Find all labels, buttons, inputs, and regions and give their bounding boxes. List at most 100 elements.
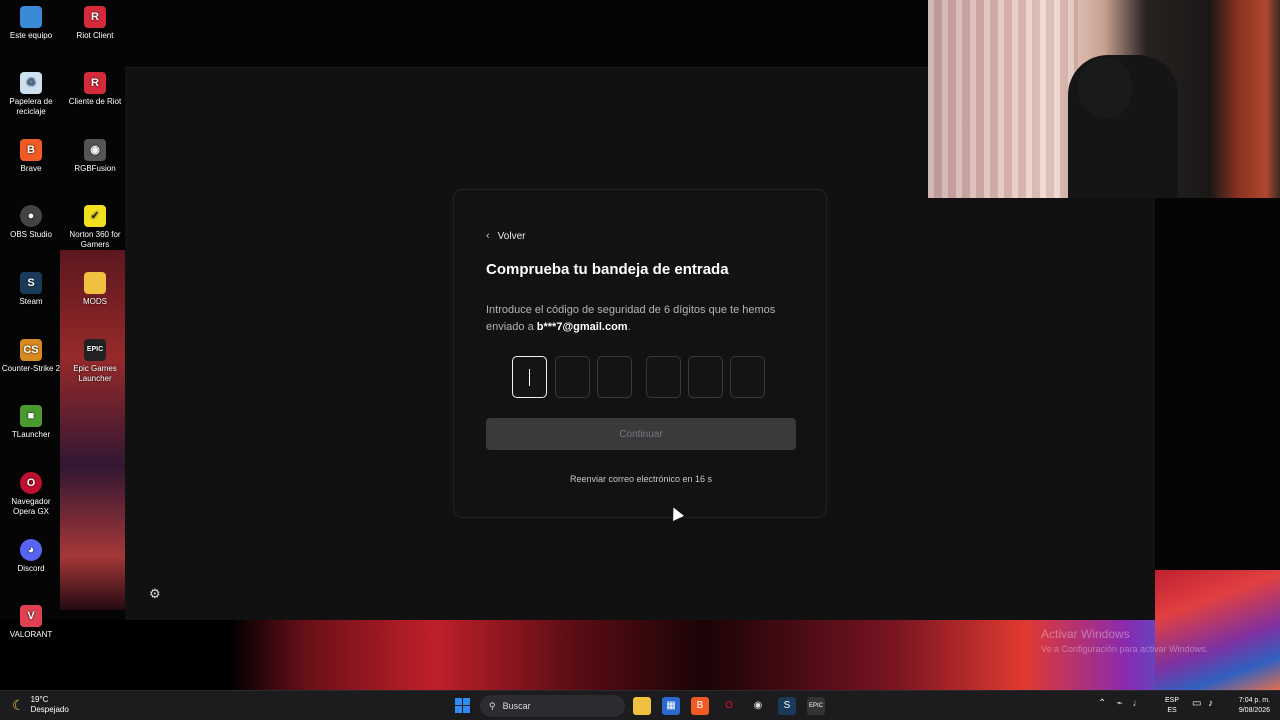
desktop-icon-steam[interactable]: S Steam xyxy=(1,272,61,307)
settings-gear-icon[interactable]: ⚙ xyxy=(149,586,161,602)
steam-taskbar-icon[interactable]: S xyxy=(778,697,796,715)
desktop-icon-label: Steam xyxy=(19,297,43,306)
desktop-icon-norton[interactable]: ✓ Norton 360 for Gamers xyxy=(65,205,125,250)
code-digit-5[interactable] xyxy=(688,356,723,398)
desktop-icon-tlauncher[interactable]: ■ TLauncher xyxy=(1,405,61,440)
network-icon[interactable]: ⌁ xyxy=(1116,698,1122,709)
watermark-subtitle: Ve a Configuración para activar Windows. xyxy=(1041,644,1209,654)
start-button[interactable] xyxy=(455,698,470,713)
desktop-icon-label: Riot Client xyxy=(76,31,114,40)
code-digit-3[interactable] xyxy=(597,356,632,398)
webcam-curtain xyxy=(928,0,1078,198)
desktop-icon-brave[interactable]: B Brave xyxy=(1,139,61,174)
activate-windows-watermark: Activar Windows Ve a Configuración para … xyxy=(1041,627,1208,654)
desktop-icon-label: OBS Studio xyxy=(10,230,52,239)
desktop-icon-label: Counter-Strike 2 xyxy=(1,364,61,373)
text-caret xyxy=(529,369,530,386)
norton-icon: ✓ xyxy=(84,205,106,227)
dialog-title: Comprueba tu bandeja de entrada xyxy=(486,261,729,278)
desktop-icon-label: Norton 360 for Gamers xyxy=(69,230,121,249)
rgbfusion-icon: ◉ xyxy=(84,139,106,161)
desktop-icon-este-equipo[interactable]: Este equipo xyxy=(1,6,61,41)
desktop-icon-label: Papelera de reciclaje xyxy=(9,97,53,116)
obs-icon: ● xyxy=(20,205,42,227)
webcam-overlay xyxy=(928,0,1280,198)
recycle-bin-icon: ♲ xyxy=(20,72,42,94)
counter-strike-icon: CS xyxy=(20,339,42,361)
desktop-icon-epic-games[interactable]: EPIC Epic Games Launcher xyxy=(65,339,125,384)
weather-widget[interactable]: ☾ 19°C Despejado xyxy=(12,695,69,715)
riot-client-icon: R xyxy=(84,72,106,94)
dialog-description: Introduce el código de seguridad de 6 dí… xyxy=(486,302,786,336)
back-link[interactable]: ‹ Volver xyxy=(486,230,525,242)
moon-icon: ☾ xyxy=(12,696,25,713)
back-label: Volver xyxy=(497,230,526,242)
code-digit-2[interactable] xyxy=(555,356,590,398)
desktop-icon-opera-gx[interactable]: O Navegador Opera GX xyxy=(1,472,61,517)
language-primary: ESP xyxy=(1165,697,1180,704)
folder-icon xyxy=(84,272,106,294)
obs-taskbar-icon[interactable]: ◉ xyxy=(749,697,767,715)
brave-icon: B xyxy=(20,139,42,161)
desktop-icon-obs[interactable]: ● OBS Studio xyxy=(1,205,61,240)
webcam-person-head xyxy=(1078,58,1133,118)
opera-gx-taskbar-icon[interactable]: O xyxy=(720,697,738,715)
discord-icon: ◕ xyxy=(20,539,42,561)
language-secondary: ES xyxy=(1167,707,1177,714)
system-tray: ⌃ ⌁ ♩ xyxy=(1098,698,1142,709)
code-digit-6[interactable] xyxy=(730,356,765,398)
masked-email: b***7@gmail.com xyxy=(536,321,628,333)
resend-email-countdown: Reenviar correo electrónico en 16 s xyxy=(569,474,713,484)
brave-taskbar-icon[interactable]: B xyxy=(691,697,709,715)
search-icon: ⚲ xyxy=(489,700,496,711)
epic-games-taskbar-icon[interactable]: EPIC xyxy=(807,697,825,715)
desktop-icon-label: Este equipo xyxy=(9,31,53,40)
desktop-icon-label: MODS xyxy=(83,297,107,306)
weather-temperature: 19°C xyxy=(30,695,49,704)
desktop-icon-discord[interactable]: ◕ Discord xyxy=(1,539,61,574)
computer-icon xyxy=(20,6,42,28)
continue-button[interactable]: Continuar xyxy=(486,418,796,450)
taskbar: ☾ 19°C Despejado ⚲ Buscar ▦ B O ◉ S EPIC… xyxy=(0,690,1280,720)
desktop-icon-label: RGBFusion xyxy=(74,164,116,173)
verification-dialog: ‹ Volver Comprueba tu bandeja de entrada… xyxy=(453,189,827,518)
code-digit-1[interactable] xyxy=(512,356,547,398)
chevron-left-icon: ‹ xyxy=(486,230,490,242)
description-suffix: . xyxy=(627,321,631,333)
opera-gx-icon: O xyxy=(20,472,42,494)
display-icon[interactable]: ▭ xyxy=(1192,698,1201,709)
desktop-icon-label: Navegador Opera GX xyxy=(11,497,51,516)
epic-games-icon: EPIC xyxy=(84,339,106,361)
system-clock[interactable]: 7:04 p. m. 9/08/2026 xyxy=(1222,696,1270,716)
language-indicator[interactable]: ESP ES xyxy=(1165,696,1179,716)
desktop-icon-label: Discord xyxy=(17,564,45,573)
desktop-icon-counter-strike[interactable]: CS Counter-Strike 2 xyxy=(1,339,61,374)
desktop-icon-cliente-riot[interactable]: R Cliente de Riot xyxy=(65,72,125,107)
volume-icon[interactable]: ♪ xyxy=(1208,698,1213,709)
taskbar-search[interactable]: ⚲ Buscar xyxy=(480,695,625,717)
desktop-icon-label: Brave xyxy=(20,164,42,173)
valorant-icon: V xyxy=(20,605,42,627)
microphone-icon[interactable]: ♩ xyxy=(1132,698,1142,709)
desktop-icon-mods[interactable]: MODS xyxy=(65,272,125,307)
code-digit-4[interactable] xyxy=(646,356,681,398)
desktop-icon-label: Epic Games Launcher xyxy=(73,364,117,383)
chevron-up-icon[interactable]: ⌃ xyxy=(1098,698,1106,709)
steam-icon: S xyxy=(20,272,42,294)
desktop-icon-label: VALORANT xyxy=(9,630,53,639)
file-explorer-icon[interactable] xyxy=(633,697,651,715)
watermark-title: Activar Windows xyxy=(1041,627,1130,641)
desktop-icon-valorant[interactable]: V VALORANT xyxy=(1,605,61,640)
desktop-icon-label: TLauncher xyxy=(11,430,51,439)
tlauncher-icon: ■ xyxy=(20,405,42,427)
clock-date: 9/08/2026 xyxy=(1238,707,1270,714)
desktop-icon-riot-client[interactable]: R Riot Client xyxy=(65,6,125,41)
riot-client-icon: R xyxy=(84,6,106,28)
desktop-icon-label: Cliente de Riot xyxy=(68,97,122,106)
search-label: Buscar xyxy=(502,701,531,711)
desktop-icon-papelera[interactable]: ♲ Papelera de reciclaje xyxy=(1,72,61,117)
weather-condition: Despejado xyxy=(30,705,69,714)
clock-time: 7:04 p. m. xyxy=(1238,697,1270,704)
desktop-icon-rgbfusion[interactable]: ◉ RGBFusion xyxy=(65,139,125,174)
microsoft-store-icon[interactable]: ▦ xyxy=(662,697,680,715)
